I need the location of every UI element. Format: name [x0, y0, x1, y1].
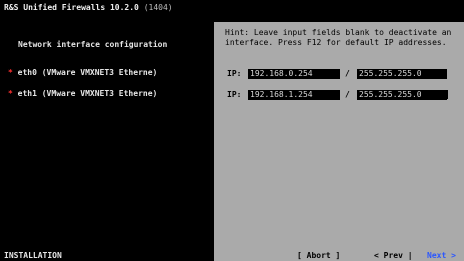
interface-row-eth1[interactable]: * eth1 (VMware VMXNET3 Etherne) — [8, 89, 157, 99]
text-cursor — [445, 90, 448, 99]
prev-button[interactable]: < Prev | — [374, 251, 413, 261]
active-marker-icon: * — [8, 68, 13, 77]
config-panel — [214, 22, 464, 251]
next-button[interactable]: Next > — [427, 251, 456, 261]
status-label: INSTALLATION — [4, 251, 62, 260]
netmask-separator: / — [345, 69, 350, 78]
build-number: (1404) — [143, 3, 173, 12]
netmask-separator: / — [345, 90, 350, 99]
netmask-input-eth0[interactable]: 255.255.255.0 — [357, 69, 447, 79]
active-marker-icon: * — [8, 89, 13, 98]
product-title: R&S Unified Firewalls 10.2.0 — [4, 3, 139, 12]
interface-label: eth0 (VMware VMXNET3 Etherne) — [17, 68, 158, 77]
hint-text: Hint: Leave input fields blank to deacti… — [225, 28, 457, 47]
interface-label: eth1 (VMware VMXNET3 Etherne) — [17, 89, 158, 98]
ip-input-eth0[interactable]: 192.168.0.254 — [248, 69, 340, 79]
section-title: Network interface configuration — [18, 40, 168, 49]
netmask-input-eth1[interactable]: 255.255.255.0 — [357, 90, 447, 100]
ip-label: IP: — [227, 69, 242, 78]
abort-button[interactable]: [ Abort ] — [297, 251, 340, 261]
ip-input-eth1[interactable]: 192.168.1.254 — [248, 90, 340, 100]
interface-row-eth0[interactable]: * eth0 (VMware VMXNET3 Etherne) — [8, 68, 157, 78]
ip-label: IP: — [227, 90, 242, 99]
window-title: R&S Unified Firewalls 10.2.0 (1404) — [4, 3, 173, 13]
